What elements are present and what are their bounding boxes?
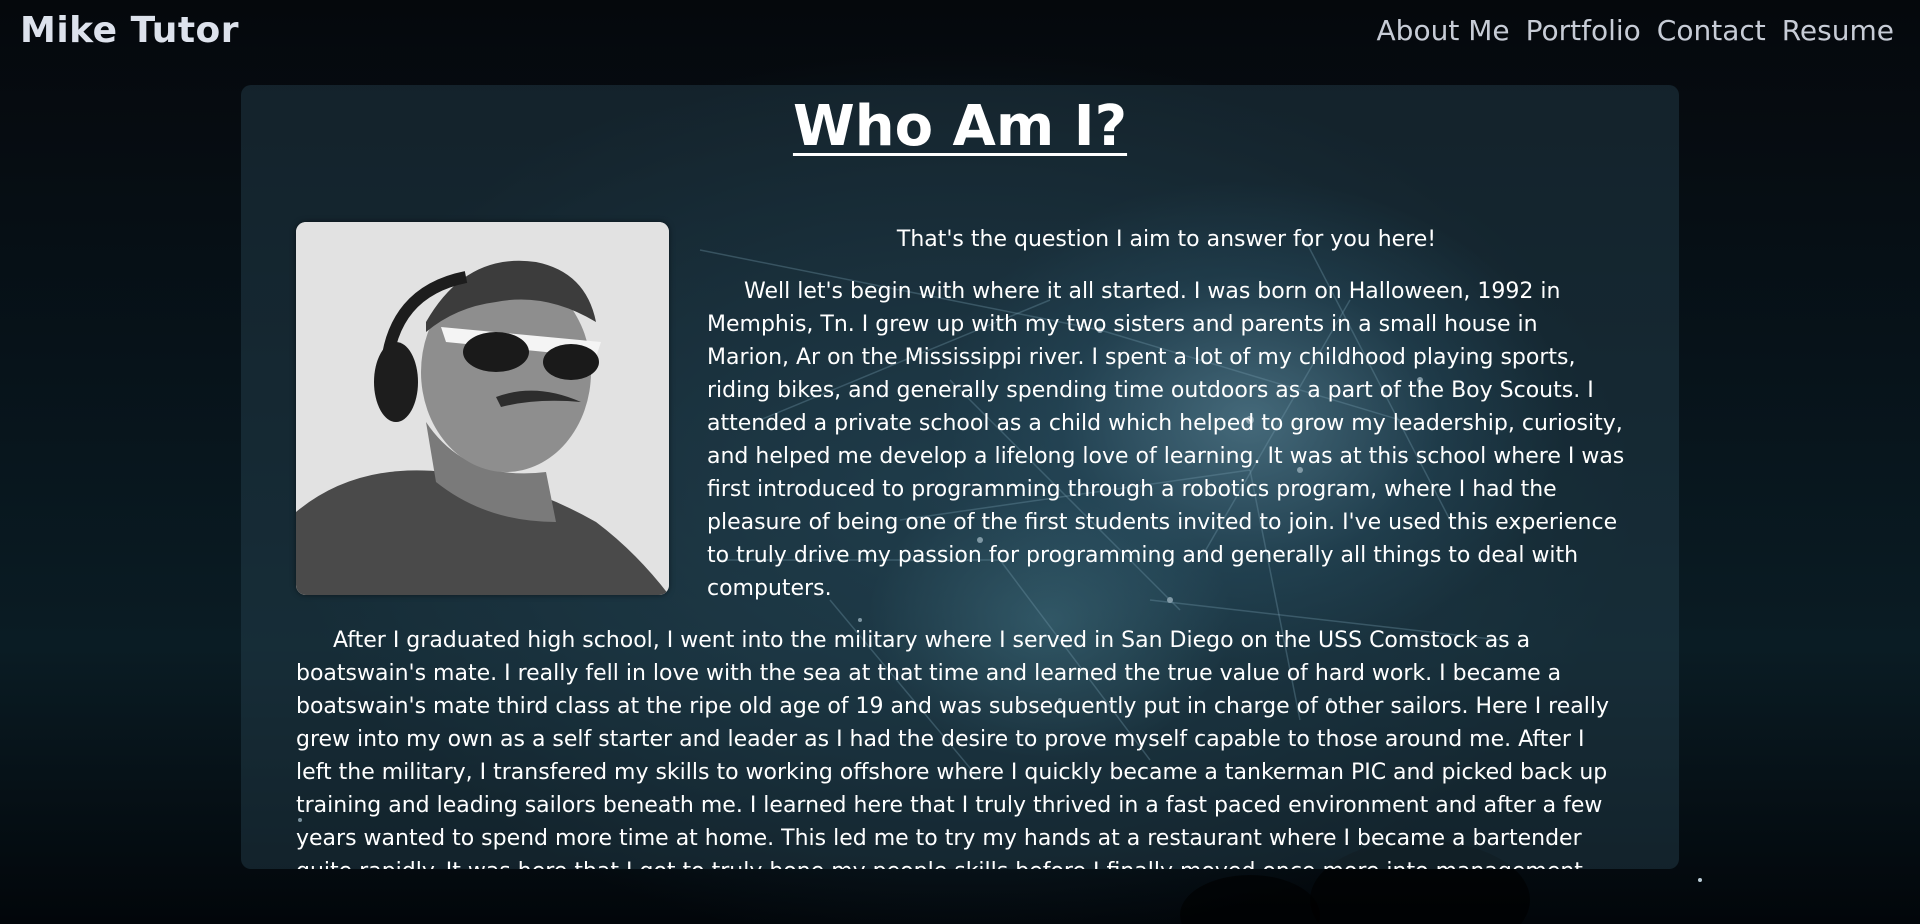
about-card: Who Am I? That's the question I aim to a… xyxy=(241,85,1679,869)
nav-link-portfolio[interactable]: Portfolio xyxy=(1526,14,1641,47)
navbar: Mike Tutor About Me Portfolio Contact Re… xyxy=(0,0,1920,70)
nav-link-resume[interactable]: Resume xyxy=(1782,14,1894,47)
nav-link-contact[interactable]: Contact xyxy=(1657,14,1766,47)
nav-links: About Me Portfolio Contact Resume xyxy=(1377,14,1894,47)
about-paragraph: After I graduated high school, I went in… xyxy=(296,628,1609,869)
about-body: That's the question I aim to answer for … xyxy=(296,222,1626,869)
page-title: Who Am I? xyxy=(792,94,1128,159)
brand-logo-link[interactable]: Mike Tutor xyxy=(20,10,239,51)
profile-photo-illustration xyxy=(296,222,669,595)
nav-link-about-me[interactable]: About Me xyxy=(1377,14,1510,47)
profile-photo xyxy=(296,222,669,595)
